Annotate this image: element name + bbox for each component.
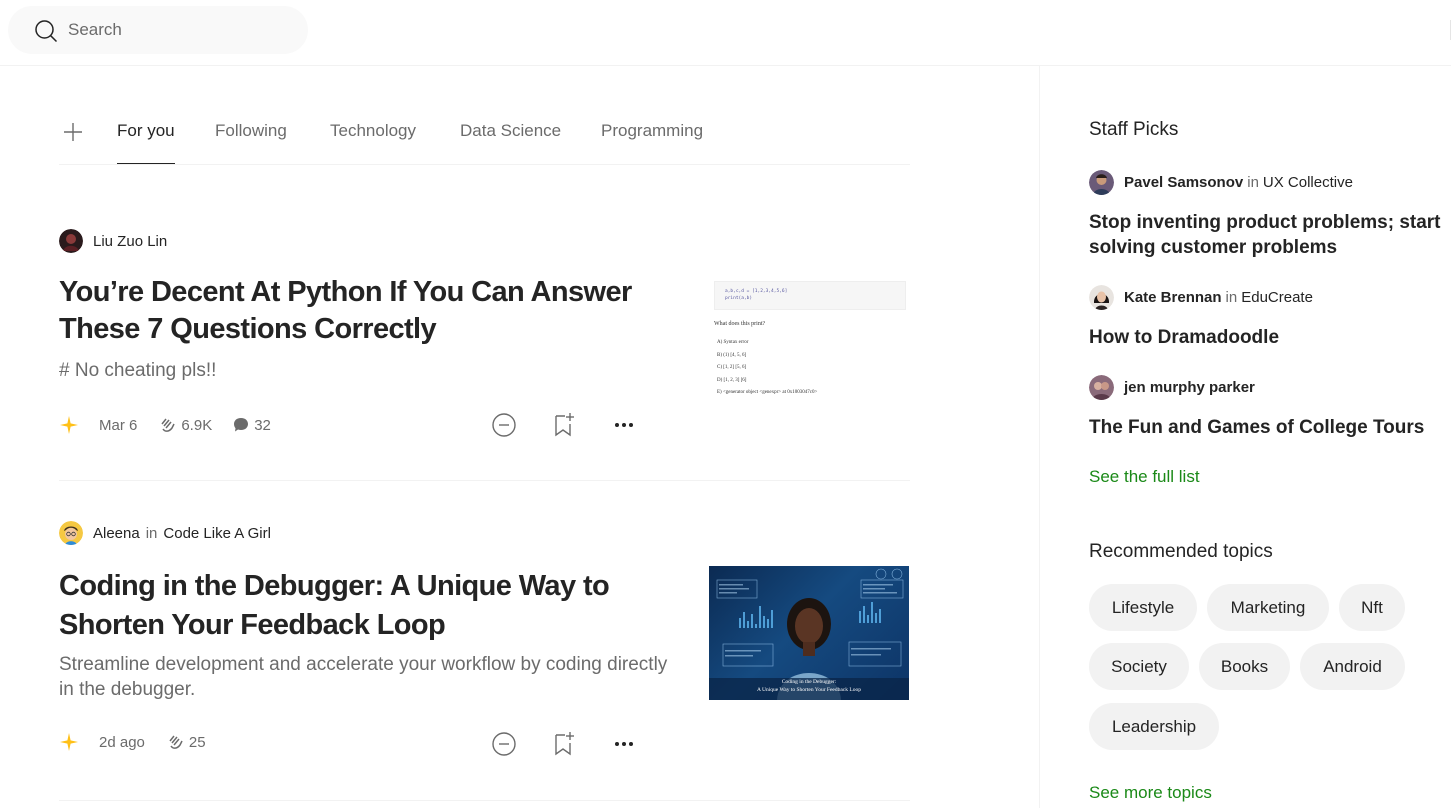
avatar[interactable] <box>1089 170 1114 195</box>
pick-author-row: jen murphy parker <box>1089 375 1255 400</box>
save-button[interactable] <box>549 729 579 759</box>
minus-circle-icon <box>492 732 516 756</box>
tab-following[interactable]: Following <box>215 121 287 141</box>
thumbnail-caption: Coding in the Debugger: <box>781 679 837 685</box>
avatar[interactable] <box>59 229 83 253</box>
clap-icon <box>161 418 176 432</box>
article-title[interactable]: Coding in the Debugger: A Unique Way to … <box>59 567 669 645</box>
main-feed: For you Following Technology Data Scienc… <box>59 66 910 808</box>
sidebar-divider <box>1039 66 1040 808</box>
article-meta: 2d ago 25 <box>59 732 226 752</box>
article-actions <box>489 729 669 759</box>
option-line: B) (1) [4, 5, 6] <box>717 352 747 358</box>
topic-chip-nft[interactable]: Nft <box>1339 584 1405 631</box>
author-name[interactable]: Aleena <box>93 525 140 542</box>
in-word: in <box>145 524 158 542</box>
minus-circle-icon <box>492 413 516 437</box>
clap-icon <box>169 735 183 749</box>
option-line: A) Syntax error <box>717 340 749 345</box>
topic-chip-marketing[interactable]: Marketing <box>1207 584 1329 631</box>
code-block: a,b,c,d = [1,2,3,4,5,6] print(a,b) <box>714 281 906 310</box>
article-actions <box>489 410 669 440</box>
pick-title[interactable]: How to Dramadoodle <box>1089 325 1451 350</box>
more-horizontal-icon <box>615 423 633 427</box>
staff-picks-heading: Staff Picks <box>1089 119 1179 140</box>
tab-programming[interactable]: Programming <box>601 121 703 141</box>
topic-chip-society[interactable]: Society <box>1089 643 1189 690</box>
in-word: in <box>1247 174 1259 191</box>
pick-author-name[interactable]: jen murphy parker <box>1124 379 1255 396</box>
topic-chip-android[interactable]: Android <box>1300 643 1405 690</box>
publication-name[interactable]: Code Like A Girl <box>163 525 271 542</box>
avatar[interactable] <box>1089 375 1114 400</box>
bookmark-add-icon <box>555 732 574 756</box>
comment-icon <box>234 418 249 432</box>
article-thumbnail[interactable]: a,b,c,d = [1,2,3,4,5,6] print(a,b) What … <box>709 281 909 401</box>
article-subtitle[interactable]: Streamline development and accelerate yo… <box>59 652 669 702</box>
topic-chip-leadership[interactable]: Leadership <box>1089 703 1219 750</box>
tab-for-you[interactable]: For you <box>117 121 175 141</box>
member-star-icon <box>60 733 78 751</box>
article-title[interactable]: You’re Decent At Python If You Can Answe… <box>59 274 669 348</box>
thumbnail-options: A) Syntax error B) (1) [4, 5, 6] C) [1, … <box>717 337 817 400</box>
active-tab-indicator <box>117 163 175 164</box>
option-line: D) [1, 2, 3] [6] <box>717 377 747 383</box>
responses-value: 32 <box>254 416 271 434</box>
show-less-button[interactable] <box>489 410 519 440</box>
thumbnail-caption: A Unique Way to Shorten Your Feedback Lo… <box>757 687 861 693</box>
pick-author-name[interactable]: Kate Brennan <box>1124 289 1222 306</box>
recommended-topics-heading: Recommended topics <box>1089 541 1273 562</box>
code-line: a,b,c,d = [1,2,3,4,5,6] <box>725 289 788 294</box>
claps-count[interactable]: 6.9K <box>157 415 212 435</box>
more-options-button[interactable] <box>609 729 639 759</box>
topic-chip-books[interactable]: Books <box>1199 643 1290 690</box>
see-full-list-link[interactable]: See the full list <box>1089 467 1200 487</box>
tab-data-science[interactable]: Data Science <box>460 121 561 141</box>
article-thumbnail[interactable]: Coding in the Debugger: A Unique Way to … <box>709 566 909 700</box>
option-line: E) <generator object <genexpr> at 0x1003… <box>717 390 818 395</box>
article-card[interactable]: Aleena in Code Like A Girl Coding in the… <box>59 481 910 801</box>
article-subtitle[interactable]: # No cheating pls!! <box>59 358 669 383</box>
top-header <box>0 0 1451 66</box>
article-author-row: Liu Zuo Lin <box>59 229 167 253</box>
option-line: C) [1, 2] [5, 6] <box>717 365 747 370</box>
publish-date: 2d ago <box>99 733 145 751</box>
more-options-button[interactable] <box>609 410 639 440</box>
avatar[interactable] <box>59 521 83 545</box>
right-sidebar: Staff Picks Pavel Samsonov in UX Collect… <box>1089 66 1451 808</box>
in-word: in <box>1225 289 1238 306</box>
responses-count[interactable]: 32 <box>232 416 271 434</box>
claps-value: 25 <box>188 733 206 751</box>
pick-title[interactable]: Stop inventing product problems; start s… <box>1089 210 1451 260</box>
article-author-row: Aleena in Code Like A Girl <box>59 521 271 545</box>
pick-publication[interactable]: UX Collective <box>1263 174 1353 191</box>
claps-count[interactable]: 25 <box>165 732 206 752</box>
search-icon <box>35 20 58 43</box>
search-bar[interactable] <box>8 6 308 54</box>
avatar[interactable] <box>1089 285 1114 310</box>
pick-author-row: Kate Brennan in EduCreate <box>1089 285 1313 310</box>
bookmark-add-icon <box>555 413 574 437</box>
member-star-icon <box>60 416 78 434</box>
article-card[interactable]: Liu Zuo Lin You’re Decent At Python If Y… <box>59 165 910 481</box>
topic-chip-lifestyle[interactable]: Lifestyle <box>1089 584 1197 631</box>
article-meta: Mar 6 6.9K 32 <box>59 415 291 435</box>
pick-author-name[interactable]: Pavel Samsonov <box>1124 174 1243 191</box>
pick-title[interactable]: The Fun and Games of College Tours <box>1089 415 1451 440</box>
thumbnail-question: What does this print? <box>714 321 766 327</box>
pick-author-row: Pavel Samsonov in UX Collective <box>1089 170 1353 195</box>
plus-icon[interactable] <box>62 121 84 143</box>
claps-value: 6.9K <box>181 416 213 434</box>
save-button[interactable] <box>549 410 579 440</box>
author-name[interactable]: Liu Zuo Lin <box>93 233 167 250</box>
search-input[interactable] <box>68 18 298 42</box>
tab-technology[interactable]: Technology <box>330 121 416 141</box>
pick-publication[interactable]: EduCreate <box>1241 289 1313 306</box>
publish-date: Mar 6 <box>99 416 138 434</box>
see-more-topics-link[interactable]: See more topics <box>1089 783 1212 803</box>
code-line: print(a,b) <box>725 296 753 301</box>
more-horizontal-icon <box>615 742 633 746</box>
show-less-button[interactable] <box>489 729 519 759</box>
feed-tabs: For you Following Technology Data Scienc… <box>59 109 910 165</box>
